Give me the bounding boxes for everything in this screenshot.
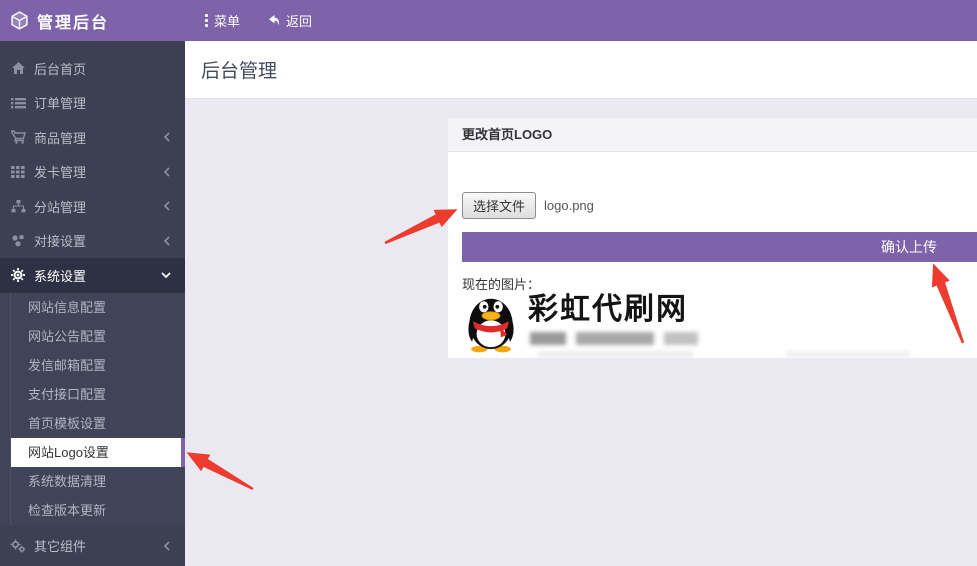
topbar: 管理后台 菜单 返回 (0, 0, 977, 41)
blurred-logo-subtitle (530, 332, 698, 345)
sidebar-item-substations[interactable]: 分站管理 (0, 189, 185, 224)
back-button[interactable]: 返回 (260, 0, 318, 41)
app-title: 管理后台 (37, 9, 109, 33)
selected-file-name: logo.png (544, 198, 594, 213)
sidebar-item-cards[interactable]: 发卡管理 (0, 155, 185, 190)
sidebar-item-system-settings[interactable]: 系统设置 (0, 258, 185, 293)
brand[interactable]: 管理后台 (0, 0, 185, 41)
sidebar-item-label: 对接设置 (34, 231, 163, 250)
sidebar-item-label: 分站管理 (34, 197, 163, 216)
current-logo-image: 彩虹代刷网 (464, 293, 698, 353)
cube-logo-icon (10, 11, 29, 30)
sidebar-item-home[interactable]: 后台首页 (0, 51, 185, 86)
cogs-icon (8, 539, 28, 553)
sidebar-item-label: 商品管理 (34, 128, 163, 147)
list-icon (8, 97, 28, 109)
content-header: 后台管理 (185, 41, 977, 99)
panel-title: 更改首页LOGO (448, 118, 977, 152)
cart-icon (8, 130, 28, 144)
submenu-item-mail-config[interactable]: 发信邮箱配置 (0, 351, 185, 380)
logo-settings-panel: 更改首页LOGO 选择文件 logo.png 确认上传 现在的图片： 彩虹代刷网 (448, 118, 977, 358)
sidebar-item-other-components[interactable]: 其它组件 (0, 529, 185, 564)
submenu-item-payment-config[interactable]: 支付接口配置 (0, 380, 185, 409)
chevron-left-icon (163, 236, 171, 246)
sidebar-item-integration[interactable]: 对接设置 (0, 224, 185, 259)
blurred-strip (538, 351, 977, 358)
arrow-to-logo-menu-item (182, 444, 258, 497)
chevron-left-icon (163, 541, 171, 551)
sidebar-item-label: 发卡管理 (34, 162, 163, 181)
submenu-item-site-info[interactable]: 网站信息配置 (0, 293, 185, 322)
page-title: 后台管理 (201, 56, 277, 83)
menu-button[interactable]: 菜单 (199, 0, 246, 41)
gear-icon (8, 268, 28, 282)
chevron-left-icon (163, 167, 171, 177)
current-image-label: 现在的图片： (462, 274, 540, 293)
home-icon (8, 61, 28, 75)
sidebar-item-label: 后台首页 (34, 59, 171, 78)
logo-site-name: 彩虹代刷网 (528, 293, 698, 326)
sidebar-item-orders[interactable]: 订单管理 (0, 86, 185, 121)
submenu-item-logo-config[interactable]: 网站Logo设置 (11, 438, 185, 467)
chevron-left-icon (163, 132, 171, 142)
links-icon (8, 234, 28, 247)
sidebar-item-products[interactable]: 商品管理 (0, 120, 185, 155)
back-arrow-icon (266, 14, 280, 27)
choose-file-button[interactable]: 选择文件 (462, 192, 536, 219)
submenu-item-version-check[interactable]: 检查版本更新 (0, 496, 185, 525)
chevron-left-icon (163, 201, 171, 211)
sidebar-item-label: 其它组件 (34, 536, 163, 555)
submenu-item-template-config[interactable]: 首页模板设置 (0, 409, 185, 438)
back-label: 返回 (286, 11, 312, 30)
confirm-upload-label: 确认上传 (881, 232, 977, 262)
sitemap-icon (8, 200, 28, 213)
system-settings-submenu: 网站信息配置 网站公告配置 发信邮箱配置 支付接口配置 首页模板设置 网站Log… (0, 293, 185, 525)
submenu-item-data-cleanup[interactable]: 系统数据清理 (0, 467, 185, 496)
confirm-upload-button[interactable]: 确认上传 (462, 232, 977, 262)
file-input-row: 选择文件 logo.png (462, 192, 594, 219)
chevron-down-icon (161, 271, 171, 279)
vertical-dots-icon (205, 14, 208, 27)
grid-icon (8, 166, 28, 178)
sidebar: 后台首页 订单管理 商品管理 发卡管理 分站管理 (0, 41, 185, 566)
submenu-item-site-notice[interactable]: 网站公告配置 (0, 322, 185, 351)
qq-penguin-icon (464, 293, 518, 353)
sidebar-item-label: 系统设置 (34, 266, 161, 285)
sidebar-item-label: 订单管理 (34, 93, 171, 112)
menu-label: 菜单 (214, 11, 240, 30)
